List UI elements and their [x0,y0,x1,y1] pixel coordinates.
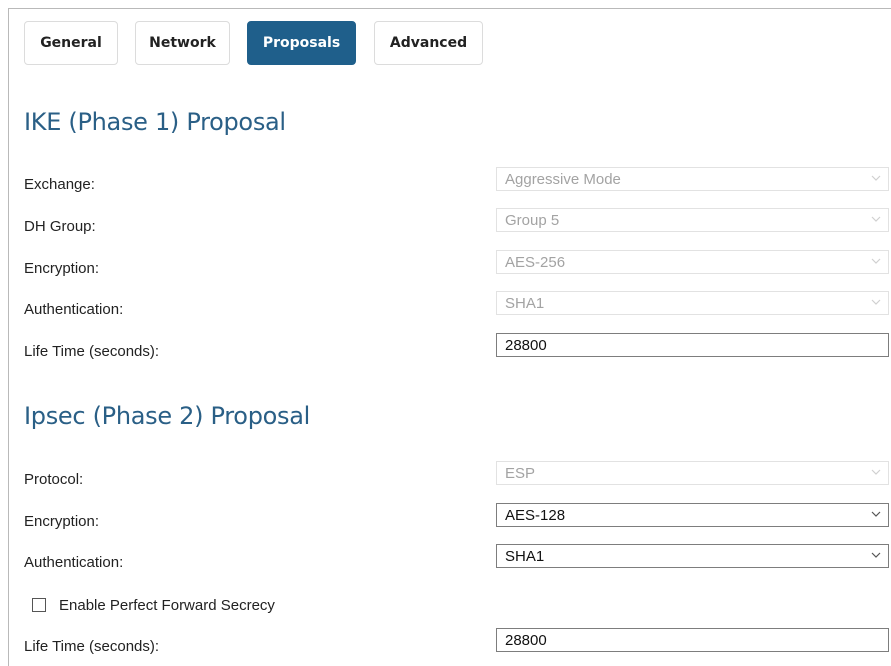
chevron-down-icon [871,511,881,517]
ipsec-authentication-value: SHA1 [505,547,545,565]
ike-encryption-select[interactable]: AES-256 [496,250,889,274]
ike-exchange-select[interactable]: Aggressive Mode [496,167,889,191]
ipsec-authentication-label: Authentication: [24,554,124,571]
chevron-down-icon [871,216,881,222]
chevron-down-icon [871,552,881,558]
ike-encryption-value: AES-256 [505,253,566,271]
ike-dh-group-select[interactable]: Group 5 [496,208,889,232]
ipsec-encryption-value: AES-128 [505,506,566,524]
ike-lifetime-label: Life Time (seconds): [24,343,160,360]
ike-authentication-label: Authentication: [24,301,124,318]
ike-dh-group-value: Group 5 [505,211,560,229]
ipsec-encryption-label: Encryption: [24,513,100,530]
ipsec-protocol-label: Protocol: [24,471,84,488]
chevron-down-icon [871,258,881,264]
chevron-down-icon [871,469,881,475]
tab-general[interactable]: General [24,21,118,65]
ipsec-protocol-select[interactable]: ESP [496,461,889,485]
tab-advanced[interactable]: Advanced [374,21,483,65]
ike-exchange-value: Aggressive Mode [505,170,621,188]
ike-exchange-label: Exchange: [24,176,95,193]
ike-authentication-value: SHA1 [505,294,545,312]
ike-dh-group-label: DH Group: [24,218,96,235]
chevron-down-icon [871,299,881,305]
ipsec-lifetime-field[interactable] [496,628,889,652]
ipsec-section-title: Ipsec (Phase 2) Proposal [24,402,310,430]
ike-authentication-select[interactable]: SHA1 [496,291,889,315]
pfs-checkbox-row[interactable]: Enable Perfect Forward Secrecy [32,595,275,615]
ike-section-title: IKE (Phase 1) Proposal [24,108,286,136]
ike-lifetime-input[interactable] [505,336,888,354]
tab-proposals[interactable]: Proposals [247,21,356,65]
ipsec-encryption-select[interactable]: AES-128 [496,503,889,527]
tab-network[interactable]: Network [135,21,230,65]
ipsec-lifetime-input[interactable] [505,631,888,649]
pfs-checkbox-label[interactable]: Enable Perfect Forward Secrecy [59,597,275,614]
chevron-down-icon [871,175,881,181]
ike-encryption-label: Encryption: [24,260,100,277]
ipsec-protocol-value: ESP [505,464,536,482]
ipsec-lifetime-label: Life Time (seconds): [24,638,160,655]
ipsec-authentication-select[interactable]: SHA1 [496,544,889,568]
ike-lifetime-field[interactable] [496,333,889,357]
pfs-checkbox[interactable] [32,598,46,612]
